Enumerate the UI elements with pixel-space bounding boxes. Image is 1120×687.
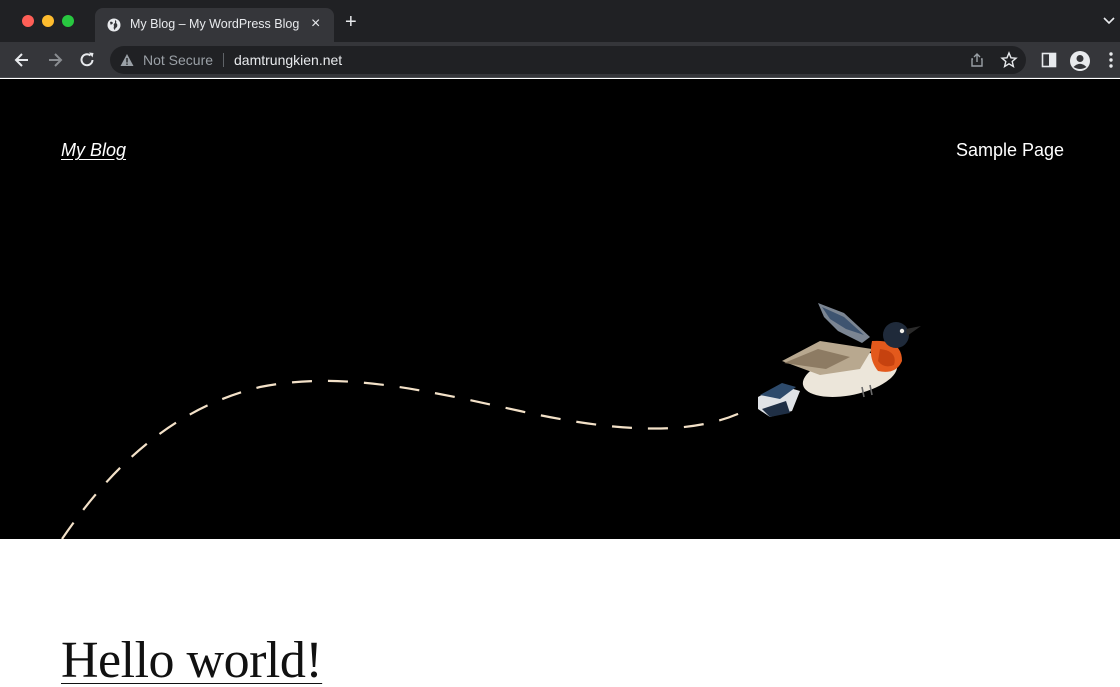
browser-tab-active[interactable]: My Blog – My WordPress Blog × xyxy=(95,8,334,42)
tab-title: My Blog – My WordPress Blog xyxy=(130,17,300,31)
browser-toolbar: Not Secure damtrungkien.net xyxy=(0,42,1120,78)
new-tab-button[interactable]: + xyxy=(345,11,357,33)
side-panel-icon[interactable] xyxy=(1041,52,1057,68)
url-text[interactable]: damtrungkien.net xyxy=(234,52,342,68)
address-bar[interactable]: Not Secure damtrungkien.net xyxy=(110,46,1026,74)
nav-link-sample-page[interactable]: Sample Page xyxy=(956,140,1064,161)
profile-avatar-icon[interactable] xyxy=(1069,50,1091,72)
browser-tab-strip: My Blog – My WordPress Blog × + xyxy=(0,0,1120,42)
forward-arrow-icon[interactable] xyxy=(45,50,65,70)
back-arrow-icon[interactable] xyxy=(12,50,32,70)
hero-illustration xyxy=(61,303,921,539)
security-status-label[interactable]: Not Secure xyxy=(143,52,213,68)
tab-search-chevron-icon[interactable] xyxy=(1102,14,1116,28)
window-minimize-button[interactable] xyxy=(42,15,54,27)
window-close-button[interactable] xyxy=(22,15,34,27)
globe-icon xyxy=(107,18,121,32)
bookmark-star-icon[interactable] xyxy=(1000,51,1018,69)
warning-icon[interactable] xyxy=(120,53,134,67)
reload-icon[interactable] xyxy=(77,50,97,70)
flight-path-dashes xyxy=(61,379,741,539)
site-header-hero: My Blog Sample Page xyxy=(0,79,1120,539)
post-title-link[interactable]: Hello world! xyxy=(61,631,323,687)
window-zoom-button[interactable] xyxy=(62,15,74,27)
site-title-link[interactable]: My Blog xyxy=(61,140,126,161)
omnibox-divider xyxy=(223,53,224,67)
more-menu-icon[interactable] xyxy=(1106,51,1116,69)
share-icon[interactable] xyxy=(969,52,985,68)
tab-close-icon[interactable]: × xyxy=(311,14,320,34)
bird-illustration xyxy=(758,303,921,417)
post-content-area: Hello world! xyxy=(0,539,1120,687)
